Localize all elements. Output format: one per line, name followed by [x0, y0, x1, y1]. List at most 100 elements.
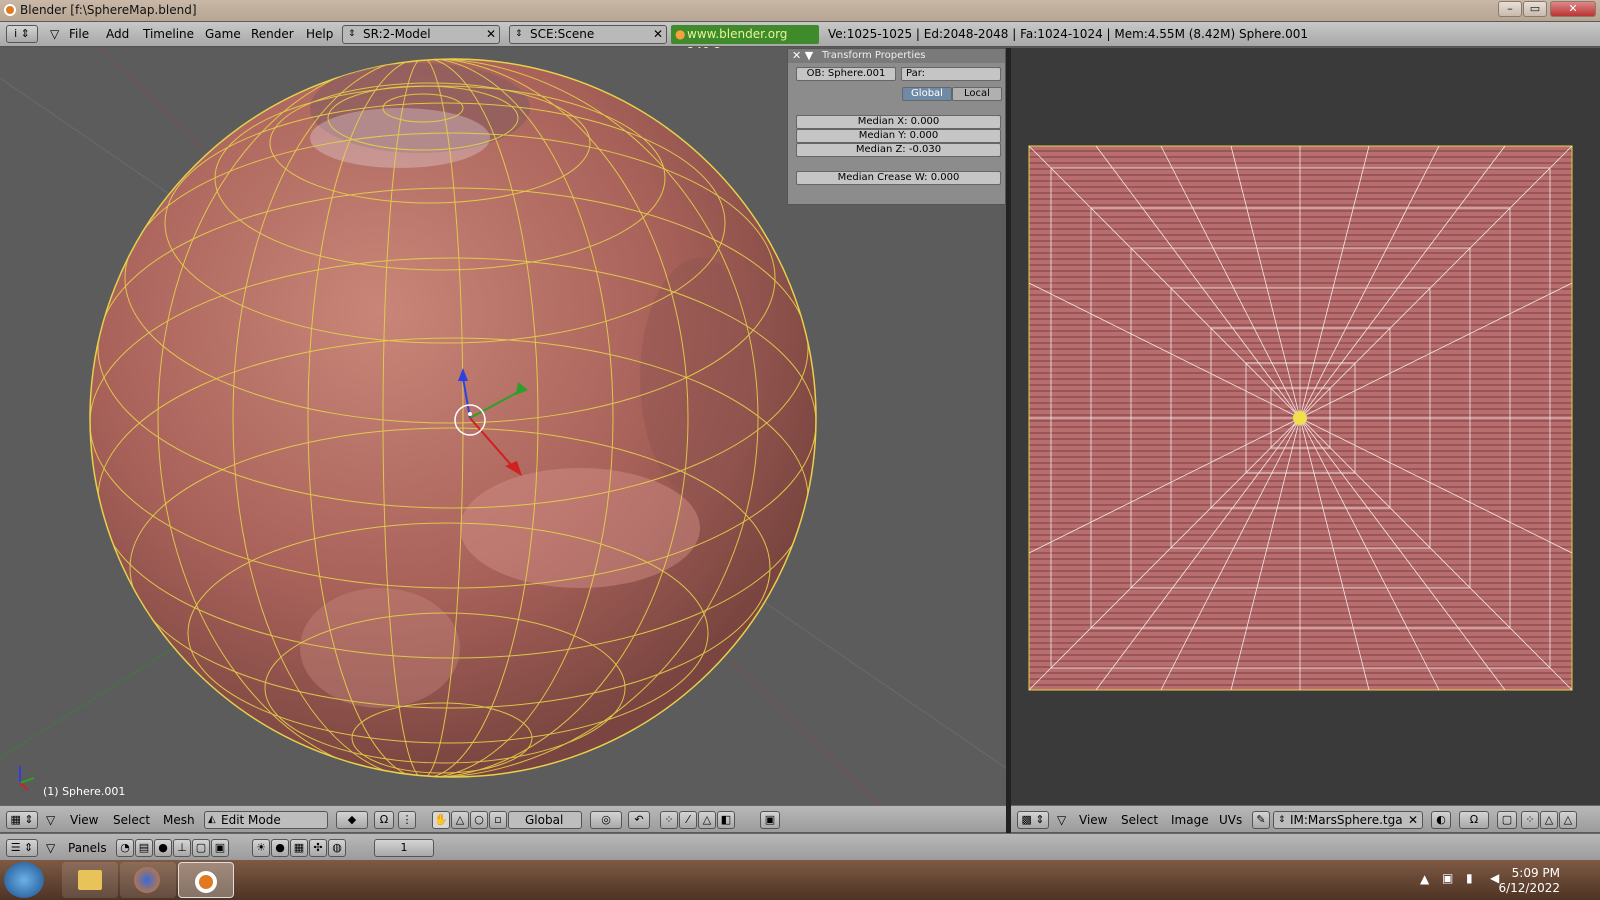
render-preview-icon[interactable]: ▣: [760, 811, 780, 829]
firefox-icon[interactable]: [120, 862, 176, 898]
editor-type-3dview-icon[interactable]: ▦ ⇕: [6, 811, 38, 829]
clock[interactable]: 5:09 PM 6/12/2022: [1498, 866, 1560, 896]
vertex-select-icon[interactable]: ⁘: [660, 811, 678, 829]
info-header: i ⇕ ▽ File Add Timeline Game Render Help…: [0, 22, 1600, 59]
delete-screen-icon[interactable]: ✕: [486, 26, 496, 43]
blender-url-link[interactable]: ● www.blender.org 249.2: [671, 25, 819, 59]
pivot-icon[interactable]: Ω: [374, 811, 394, 829]
image-pack-icon[interactable]: ◐: [1431, 811, 1451, 829]
menu-select[interactable]: Select: [113, 813, 150, 827]
editor-type-info-icon[interactable]: i ⇕: [6, 25, 38, 43]
scene-selector[interactable]: ⇕ SCE:Scene ✕: [509, 25, 667, 44]
mode-selector[interactable]: ◭ Edit Mode: [204, 811, 328, 829]
tray-arrow-icon[interactable]: ▲: [1420, 872, 1429, 886]
shading-context-icon[interactable]: ●: [154, 839, 172, 857]
mode-label: Edit Mode: [221, 813, 281, 827]
uv-face-icon[interactable]: △: [1540, 811, 1558, 829]
minimize-button[interactable]: –: [1498, 1, 1522, 17]
texture-icon[interactable]: ▦: [290, 839, 308, 857]
updown-icon: ⇕: [348, 29, 356, 39]
collapse-arrow-icon[interactable]: ▽: [46, 813, 55, 827]
uv-island-icon[interactable]: △: [1559, 811, 1577, 829]
image-name: IM:MarsSphere.tga: [1290, 813, 1403, 827]
menu-view[interactable]: View: [1079, 813, 1107, 827]
image-selector[interactable]: ⇕ IM:MarsSphere.tga ✕: [1273, 811, 1423, 829]
blender-small-icon: ●: [675, 27, 686, 41]
median-y-field[interactable]: Median Y: 0.000: [796, 129, 1001, 143]
menu-timeline[interactable]: Timeline: [143, 27, 194, 41]
editor-type-buttons-icon[interactable]: ☰ ⇕: [6, 839, 38, 857]
median-crease-field[interactable]: Median Crease W: 0.000: [796, 171, 1001, 185]
orientation-selector[interactable]: Global: [508, 811, 582, 829]
manip-scale-icon[interactable]: ▫: [489, 811, 507, 829]
start-button-icon[interactable]: [4, 862, 44, 898]
uv-canvas[interactable]: [1011, 48, 1600, 805]
proportional-edit-icon[interactable]: ◎: [590, 811, 622, 829]
network-icon[interactable]: ▮: [1466, 871, 1473, 885]
screen-selector[interactable]: ⇕ SR:2-Model ✕: [342, 25, 500, 44]
menu-render[interactable]: Render: [251, 27, 294, 41]
menu-uvs[interactable]: UVs: [1219, 813, 1242, 827]
editing-context-icon[interactable]: ▢: [192, 839, 210, 857]
parent-field[interactable]: Par:: [901, 67, 1001, 81]
logic-context-icon[interactable]: ◔: [116, 839, 134, 857]
uv-sync-icon[interactable]: ▢: [1497, 811, 1517, 829]
uv-vertex-icon[interactable]: ⁘: [1521, 811, 1539, 829]
3d-viewport[interactable]: (1) Sphere.001 ✕ ▼ Transform Properties …: [0, 48, 1006, 805]
local-toggle[interactable]: Local: [952, 87, 1002, 101]
maximize-button[interactable]: ▭: [1523, 1, 1547, 17]
menu-mesh[interactable]: Mesh: [163, 813, 195, 827]
orientation-label: Global: [525, 813, 564, 827]
object-name-field[interactable]: OB: Sphere.001: [796, 67, 896, 81]
scene-context-icon[interactable]: ▣: [211, 839, 229, 857]
world-icon[interactable]: ◍: [328, 839, 346, 857]
face-select-icon[interactable]: △: [698, 811, 716, 829]
panel-close-icon[interactable]: ✕ ▼: [792, 49, 813, 63]
edge-select-icon[interactable]: ⁄: [679, 811, 697, 829]
draw-type-icon[interactable]: ◆: [336, 811, 368, 829]
active-object-label: (1) Sphere.001: [43, 785, 126, 798]
median-z-field[interactable]: Median Z: -0.030: [796, 143, 1001, 157]
collapse-arrow-icon[interactable]: ▽: [50, 27, 59, 41]
radiosity-icon[interactable]: ✣: [309, 839, 327, 857]
median-x-field[interactable]: Median X: 0.000: [796, 115, 1001, 129]
menu-select[interactable]: Select: [1121, 813, 1158, 827]
manip-translate-icon[interactable]: △: [451, 811, 469, 829]
lamp-icon[interactable]: ☀: [252, 839, 270, 857]
window-title: Blender [f:\SphereMap.blend]: [20, 3, 197, 17]
blender-taskbar-icon[interactable]: [178, 862, 234, 898]
uv-pivot-icon[interactable]: Ω: [1459, 811, 1489, 829]
script-context-icon[interactable]: ▤: [135, 839, 153, 857]
menu-view[interactable]: View: [70, 813, 98, 827]
menu-file[interactable]: File: [69, 27, 89, 41]
occlude-geometry-icon[interactable]: ◧: [717, 811, 735, 829]
menu-image[interactable]: Image: [1171, 813, 1209, 827]
pin-icon[interactable]: ✎: [1252, 811, 1270, 829]
collapse-arrow-icon[interactable]: ▽: [46, 841, 55, 855]
material-icon[interactable]: ●: [271, 839, 289, 857]
tray-device-icon[interactable]: ▣: [1442, 871, 1453, 885]
axis-widget-icon: [19, 766, 35, 791]
global-toggle[interactable]: Global: [902, 87, 952, 101]
collapse-arrow-icon[interactable]: ▽: [1057, 813, 1066, 827]
explorer-icon[interactable]: [62, 862, 118, 898]
window-titlebar: Blender [f:\SphereMap.blend] – ▭ ✕: [0, 0, 1600, 21]
mars-sphere[interactable]: [88, 58, 817, 778]
menu-help[interactable]: Help: [306, 27, 333, 41]
proportional-falloff-icon[interactable]: ↶: [628, 811, 650, 829]
clock-date: 6/12/2022: [1498, 881, 1560, 895]
manip-rotate-icon[interactable]: ○: [470, 811, 488, 829]
grab-hand-icon[interactable]: ✋: [432, 811, 450, 829]
panels-label[interactable]: Panels: [68, 841, 107, 855]
menu-add[interactable]: Add: [106, 27, 129, 41]
panel-title: Transform Properties: [822, 50, 926, 61]
frame-field[interactable]: 1: [374, 839, 434, 857]
object-context-icon[interactable]: ⊥: [173, 839, 191, 857]
menu-game[interactable]: Game: [205, 27, 241, 41]
uv-image-editor[interactable]: [1011, 48, 1600, 805]
unlink-image-icon[interactable]: ✕: [1408, 812, 1418, 828]
editor-type-image-icon[interactable]: ▩ ⇕: [1017, 811, 1049, 829]
delete-scene-icon[interactable]: ✕: [653, 26, 663, 43]
close-button[interactable]: ✕: [1550, 1, 1596, 17]
snap-grid-icon[interactable]: ⋮: [398, 811, 416, 829]
